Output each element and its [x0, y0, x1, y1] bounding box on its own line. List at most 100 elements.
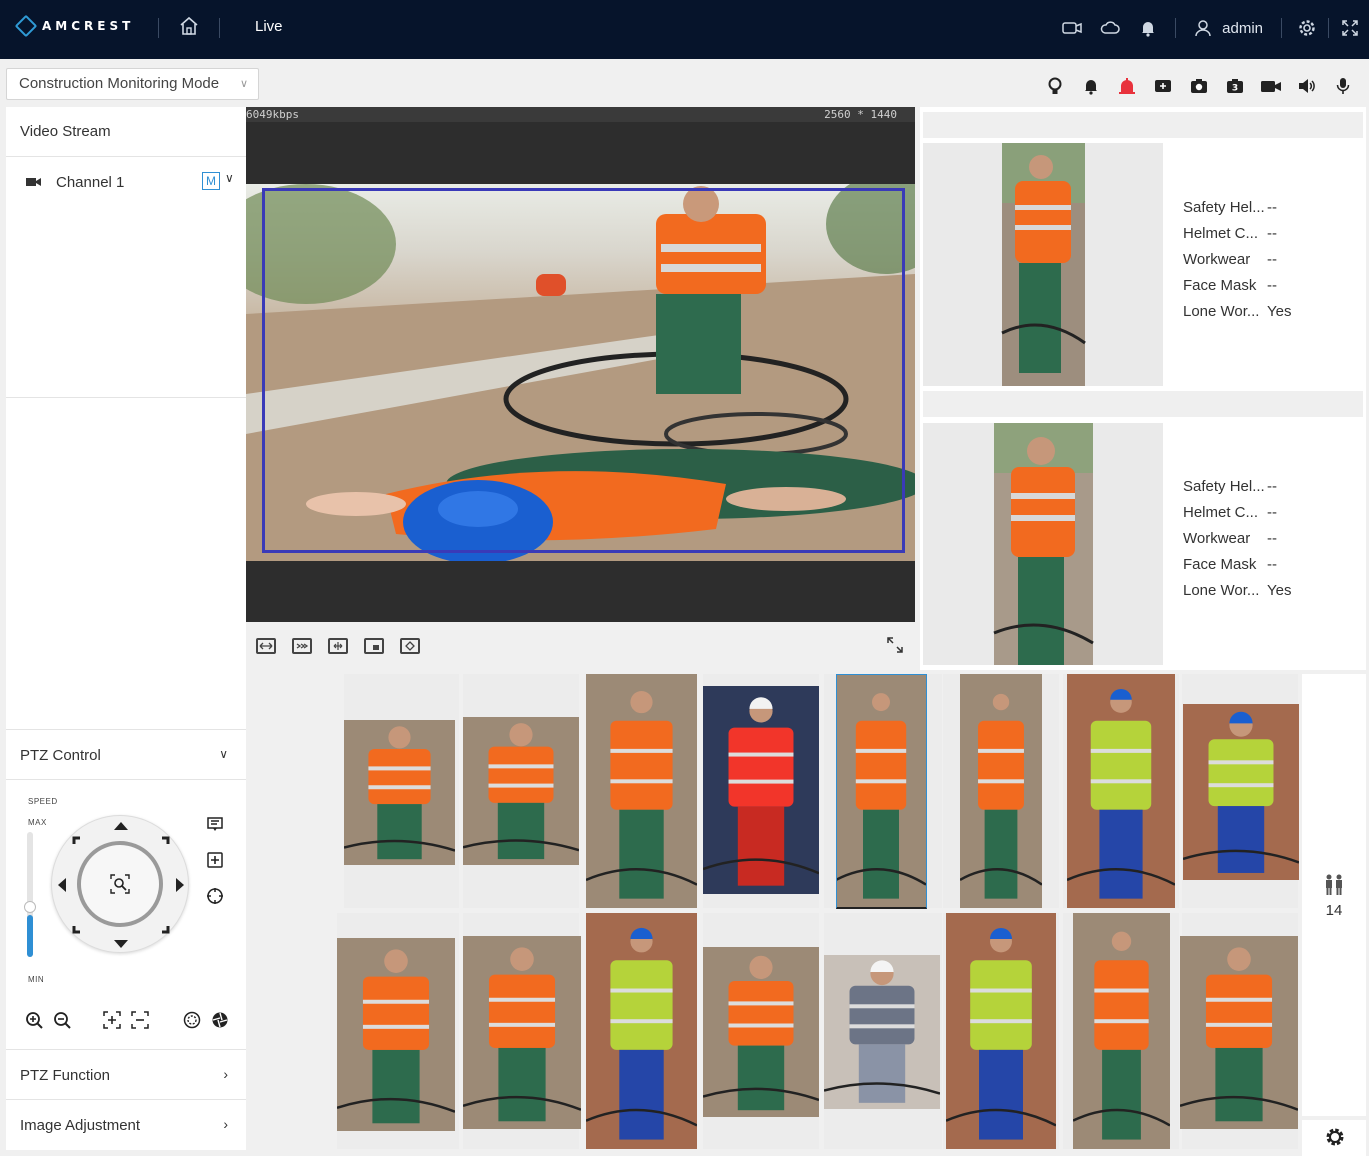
captured-person-image[interactable] — [703, 947, 819, 1117]
detection-attributes: Safety Hel... -- Helmet C... -- Workwear --… — [1183, 478, 1291, 608]
original-size-icon[interactable] — [328, 638, 348, 654]
resolution-readout: 2560 * 1440 — [824, 108, 897, 121]
chevron-right-icon: › — [223, 1066, 228, 1082]
stretch-icon[interactable] — [256, 638, 276, 654]
channel-item[interactable]: Channel 1 M ∨ — [6, 167, 246, 197]
cloud-icon[interactable] — [1099, 17, 1121, 39]
detection-attributes: Safety Hel... -- Helmet C... -- Workwear --… — [1183, 199, 1291, 329]
ptz-control-header[interactable]: PTZ Control ∨ — [6, 730, 246, 780]
video-record-icon[interactable] — [1253, 74, 1289, 98]
divider — [1281, 18, 1282, 38]
image-adjustment-label: Image Adjustment — [20, 1117, 141, 1134]
detection-thumbnail[interactable] — [923, 143, 1163, 386]
gear-icon[interactable] — [1324, 1126, 1346, 1148]
top-bar: AMCREST Live admin — [0, 0, 1369, 59]
divider — [158, 18, 159, 38]
captured-person-image[interactable] — [703, 686, 819, 894]
divider — [6, 397, 246, 398]
divider — [219, 18, 220, 38]
expand-icon[interactable] — [886, 636, 904, 654]
captured-person-image[interactable] — [337, 938, 455, 1131]
captured-person-image[interactable] — [463, 936, 581, 1129]
triple-snapshot-icon[interactable]: 3 — [1217, 74, 1253, 98]
speed-slider-handle[interactable] — [24, 901, 36, 913]
people-count-panel — [1302, 674, 1366, 1116]
detection-bounding-box[interactable] — [262, 188, 905, 553]
smart-play-icon[interactable] — [292, 638, 312, 654]
brand-name: AMCREST — [42, 19, 135, 33]
pip-icon[interactable] — [364, 638, 384, 654]
video-info-bar: 6049kbps 2560 * 1440 — [246, 107, 915, 122]
fisheye-icon[interactable] — [400, 638, 420, 654]
detection-thumbnail[interactable] — [923, 423, 1163, 665]
ptz-add-preset-icon[interactable] — [206, 851, 226, 871]
stream-type-badge[interactable]: M — [202, 172, 220, 190]
image-adjustment-row[interactable]: Image Adjustment › — [6, 1099, 246, 1149]
captured-person-image[interactable] — [344, 720, 455, 865]
captured-person-image[interactable] — [463, 717, 579, 865]
captured-person-image[interactable] — [1183, 704, 1299, 880]
ptz-function-row[interactable]: PTZ Function › — [6, 1049, 246, 1099]
captured-person-image[interactable] — [1073, 913, 1170, 1149]
snapshot-icon[interactable] — [1181, 74, 1217, 98]
attribute-row: Lone Wor... Yes — [1183, 303, 1292, 320]
ptz-center-button[interactable] — [77, 841, 163, 927]
iris-close-icon[interactable] — [208, 1008, 232, 1032]
focus-near-icon[interactable] — [100, 1008, 124, 1032]
attribute-row: Face Mask -- — [1183, 277, 1277, 294]
home-icon[interactable] — [178, 15, 202, 39]
chevron-down-icon[interactable]: ∨ — [225, 171, 234, 185]
zoom-in-icon[interactable] — [22, 1008, 46, 1032]
captured-person-image[interactable] — [960, 674, 1042, 908]
speed-label: SPEED — [28, 797, 58, 806]
alarm-bell-icon[interactable] — [1073, 74, 1109, 98]
captured-person-image[interactable] — [586, 913, 697, 1149]
captured-person-image[interactable] — [946, 913, 1056, 1149]
camera-icon[interactable] — [1061, 17, 1083, 39]
ptz-position-icon[interactable] — [206, 887, 226, 907]
left-panel: Video Stream Channel 1 M ∨ PTZ Control ∨ — [6, 107, 246, 1150]
user-name[interactable]: admin — [1222, 20, 1263, 37]
channel-label: Channel 1 — [56, 173, 125, 191]
captured-person-image[interactable] — [824, 955, 940, 1109]
selected-capture-highlight — [836, 674, 927, 909]
siren-icon[interactable] — [1109, 74, 1145, 98]
iris-open-icon[interactable] — [180, 1008, 204, 1032]
mode-select[interactable]: Construction Monitoring Mode ∨ — [6, 68, 259, 100]
gear-icon[interactable] — [1296, 17, 1318, 39]
nav-live[interactable]: Live — [255, 18, 283, 35]
ptz-direction-pad[interactable] — [51, 815, 189, 953]
divider — [1328, 18, 1329, 38]
add-record-icon[interactable] — [1145, 74, 1181, 98]
divider — [1175, 18, 1177, 38]
detection-header-bar — [923, 391, 1363, 417]
bitrate-readout: 6049kbps — [246, 108, 299, 121]
fullscreen-icon[interactable] — [1339, 17, 1361, 39]
attribute-row: Workwear -- — [1183, 251, 1277, 268]
speed-slider-fill — [27, 915, 33, 957]
ptz-control-label: PTZ Control — [20, 747, 101, 764]
focus-far-icon[interactable] — [128, 1008, 152, 1032]
speaker-icon[interactable] — [1289, 74, 1325, 98]
user-icon[interactable] — [1192, 17, 1214, 39]
brand-logo[interactable]: AMCREST — [14, 14, 135, 38]
captured-person-image[interactable] — [586, 674, 697, 908]
chevron-right-icon: › — [223, 1116, 228, 1132]
microphone-icon[interactable] — [1325, 74, 1361, 98]
ptz-osd-icon[interactable] — [206, 815, 226, 835]
ptz-function-label: PTZ Function — [20, 1067, 111, 1084]
mode-select-value: Construction Monitoring Mode — [19, 75, 220, 92]
captured-person-image[interactable] — [1067, 674, 1175, 908]
speed-max-label: MAX — [28, 818, 47, 827]
worker-thumbnail-image — [1001, 143, 1086, 386]
captured-person-image[interactable] — [1180, 936, 1298, 1129]
bell-icon[interactable] — [1137, 17, 1159, 39]
video-stream-heading: Video Stream — [6, 107, 246, 157]
attribute-row: Safety Hel... -- — [1183, 478, 1277, 495]
strip-settings — [1302, 1120, 1366, 1156]
attribute-row: Helmet C... -- — [1183, 225, 1277, 242]
attribute-row: Face Mask -- — [1183, 556, 1277, 573]
light-bulb-icon[interactable] — [1037, 74, 1073, 98]
zoom-out-icon[interactable] — [50, 1008, 74, 1032]
attribute-row: Lone Wor... Yes — [1183, 582, 1292, 599]
